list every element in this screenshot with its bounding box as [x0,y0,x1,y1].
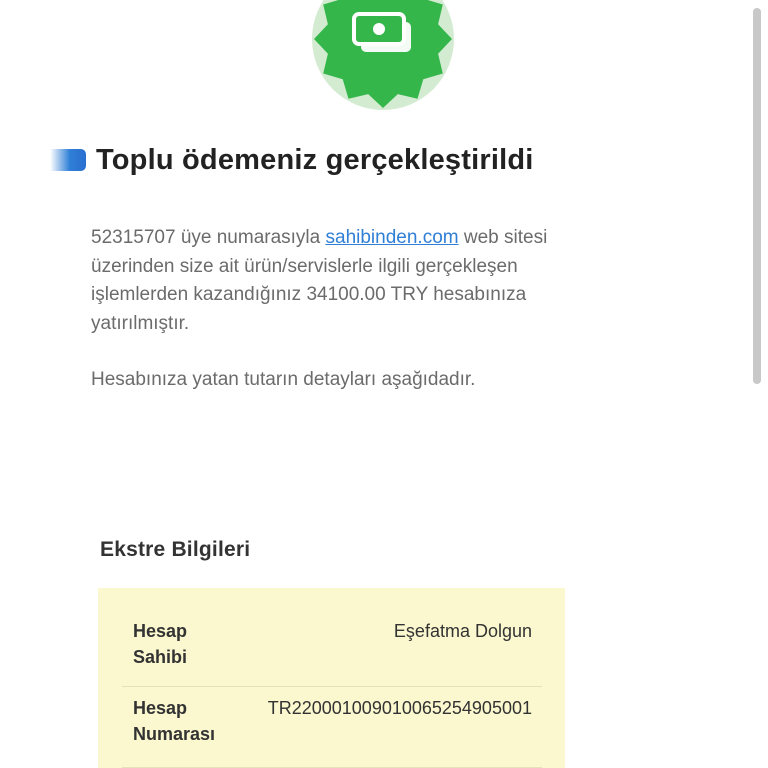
vertical-scrollbar[interactable] [753,8,761,384]
account-holder-value: Eşefatma Dolgun [393,621,532,641]
details-notice: Hesabınıza yatan tutarın detayları aşağı… [91,369,476,390]
statement-table: Hesap Sahibi Eşefatma Dolgun Hesap Numar… [98,588,565,768]
statement-title: Ekstre Bilgileri [100,538,251,561]
account-number-label: Hesap Numarası [133,698,216,744]
intro-text-before-link: 52315707 üye numarasıyla [91,227,326,248]
table-row: Hesap Sahibi Eşefatma Dolgun [122,610,542,687]
email-page: Toplu ödemeniz gerçekleştirildi 52315707… [0,0,768,768]
intro-paragraph: 52315707 üye numarasıyla sahibinden.com … [91,224,611,338]
page-title: Toplu ödemeniz gerçekleştirildi [96,143,534,176]
table-row: Hesap Numarası TR22000100901006525490500… [122,687,542,768]
account-number-value: TR220001009010065254905001 [267,698,532,718]
sahibinden-link[interactable]: sahibinden.com [326,227,459,248]
page-title-row: Toplu ödemeniz gerçekleştirildi [50,140,534,180]
account-holder-label: Hesap Sahibi [133,621,188,667]
title-accent-icon [50,145,88,175]
money-banknote-icon [312,0,454,110]
